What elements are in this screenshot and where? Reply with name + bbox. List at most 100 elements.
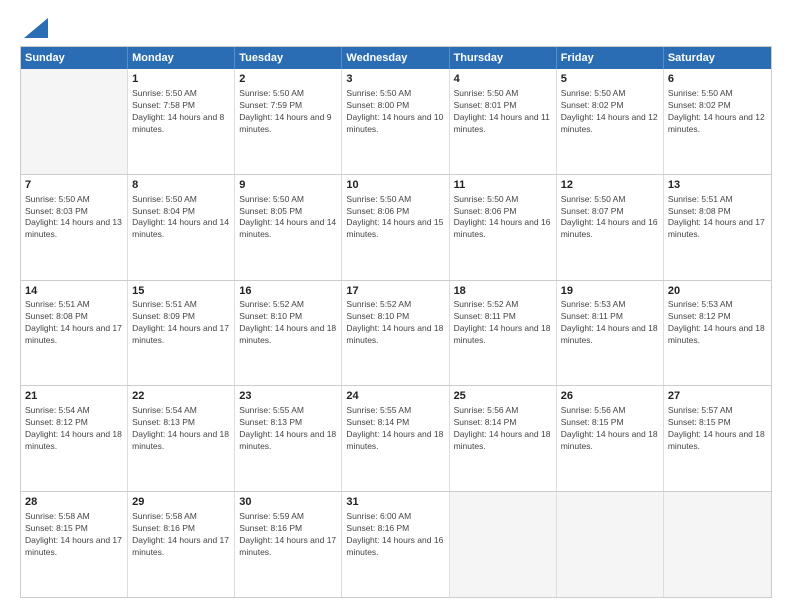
cell-sun-info: Sunrise: 5:50 AM Sunset: 8:04 PM Dayligh… [132,194,230,242]
cell-sun-info: Sunrise: 5:50 AM Sunset: 8:06 PM Dayligh… [346,194,444,242]
calendar-cell: 20Sunrise: 5:53 AM Sunset: 8:12 PM Dayli… [664,281,771,386]
cell-sun-info: Sunrise: 5:50 AM Sunset: 8:03 PM Dayligh… [25,194,123,242]
cell-date-number: 29 [132,495,230,510]
calendar-cell: 10Sunrise: 5:50 AM Sunset: 8:06 PM Dayli… [342,175,449,280]
calendar-cell: 8Sunrise: 5:50 AM Sunset: 8:04 PM Daylig… [128,175,235,280]
cell-date-number: 12 [561,178,659,193]
cell-sun-info: Sunrise: 5:51 AM Sunset: 8:08 PM Dayligh… [25,299,123,347]
cell-date-number: 13 [668,178,767,193]
calendar-row: 14Sunrise: 5:51 AM Sunset: 8:08 PM Dayli… [21,280,771,386]
calendar-cell [21,69,128,174]
cell-date-number: 16 [239,284,337,299]
calendar-cell [664,492,771,597]
cell-date-number: 10 [346,178,444,193]
cell-date-number: 19 [561,284,659,299]
logo-icon [24,18,48,38]
cell-date-number: 6 [668,72,767,87]
cell-sun-info: Sunrise: 5:51 AM Sunset: 8:08 PM Dayligh… [668,194,767,242]
cell-sun-info: Sunrise: 5:58 AM Sunset: 8:15 PM Dayligh… [25,511,123,559]
cell-sun-info: Sunrise: 5:50 AM Sunset: 8:02 PM Dayligh… [561,88,659,136]
cell-date-number: 27 [668,389,767,404]
cell-date-number: 26 [561,389,659,404]
calendar-cell: 3Sunrise: 5:50 AM Sunset: 8:00 PM Daylig… [342,69,449,174]
cell-date-number: 15 [132,284,230,299]
weekday-header: Saturday [664,47,771,69]
calendar-row: 1Sunrise: 5:50 AM Sunset: 7:58 PM Daylig… [21,69,771,174]
weekday-header: Monday [128,47,235,69]
weekday-header: Thursday [450,47,557,69]
page: SundayMondayTuesdayWednesdayThursdayFrid… [0,0,792,612]
calendar-cell: 19Sunrise: 5:53 AM Sunset: 8:11 PM Dayli… [557,281,664,386]
calendar-cell: 15Sunrise: 5:51 AM Sunset: 8:09 PM Dayli… [128,281,235,386]
calendar-cell: 28Sunrise: 5:58 AM Sunset: 8:15 PM Dayli… [21,492,128,597]
weekday-header: Sunday [21,47,128,69]
weekday-header: Tuesday [235,47,342,69]
cell-date-number: 24 [346,389,444,404]
cell-sun-info: Sunrise: 5:55 AM Sunset: 8:14 PM Dayligh… [346,405,444,453]
cell-sun-info: Sunrise: 5:58 AM Sunset: 8:16 PM Dayligh… [132,511,230,559]
cell-date-number: 2 [239,72,337,87]
cell-sun-info: Sunrise: 5:55 AM Sunset: 8:13 PM Dayligh… [239,405,337,453]
calendar-cell: 13Sunrise: 5:51 AM Sunset: 8:08 PM Dayli… [664,175,771,280]
cell-sun-info: Sunrise: 6:00 AM Sunset: 8:16 PM Dayligh… [346,511,444,559]
cell-date-number: 11 [454,178,552,193]
calendar-cell: 30Sunrise: 5:59 AM Sunset: 8:16 PM Dayli… [235,492,342,597]
cell-sun-info: Sunrise: 5:52 AM Sunset: 8:11 PM Dayligh… [454,299,552,347]
cell-date-number: 17 [346,284,444,299]
cell-date-number: 22 [132,389,230,404]
cell-sun-info: Sunrise: 5:59 AM Sunset: 8:16 PM Dayligh… [239,511,337,559]
cell-sun-info: Sunrise: 5:54 AM Sunset: 8:12 PM Dayligh… [25,405,123,453]
calendar-cell: 11Sunrise: 5:50 AM Sunset: 8:06 PM Dayli… [450,175,557,280]
cell-sun-info: Sunrise: 5:56 AM Sunset: 8:14 PM Dayligh… [454,405,552,453]
calendar-cell: 7Sunrise: 5:50 AM Sunset: 8:03 PM Daylig… [21,175,128,280]
calendar-cell: 17Sunrise: 5:52 AM Sunset: 8:10 PM Dayli… [342,281,449,386]
calendar-cell: 18Sunrise: 5:52 AM Sunset: 8:11 PM Dayli… [450,281,557,386]
cell-date-number: 4 [454,72,552,87]
cell-date-number: 14 [25,284,123,299]
cell-sun-info: Sunrise: 5:54 AM Sunset: 8:13 PM Dayligh… [132,405,230,453]
cell-sun-info: Sunrise: 5:51 AM Sunset: 8:09 PM Dayligh… [132,299,230,347]
calendar-body: 1Sunrise: 5:50 AM Sunset: 7:58 PM Daylig… [21,69,771,597]
cell-sun-info: Sunrise: 5:50 AM Sunset: 8:00 PM Dayligh… [346,88,444,136]
calendar-header: SundayMondayTuesdayWednesdayThursdayFrid… [21,47,771,69]
cell-date-number: 31 [346,495,444,510]
cell-date-number: 25 [454,389,552,404]
calendar-cell: 22Sunrise: 5:54 AM Sunset: 8:13 PM Dayli… [128,386,235,491]
cell-sun-info: Sunrise: 5:52 AM Sunset: 8:10 PM Dayligh… [346,299,444,347]
logo [20,18,48,38]
calendar-cell: 31Sunrise: 6:00 AM Sunset: 8:16 PM Dayli… [342,492,449,597]
cell-date-number: 1 [132,72,230,87]
cell-date-number: 9 [239,178,337,193]
calendar-cell: 4Sunrise: 5:50 AM Sunset: 8:01 PM Daylig… [450,69,557,174]
cell-date-number: 5 [561,72,659,87]
calendar-cell: 14Sunrise: 5:51 AM Sunset: 8:08 PM Dayli… [21,281,128,386]
calendar-cell [450,492,557,597]
cell-date-number: 20 [668,284,767,299]
calendar-row: 28Sunrise: 5:58 AM Sunset: 8:15 PM Dayli… [21,491,771,597]
calendar-cell: 6Sunrise: 5:50 AM Sunset: 8:02 PM Daylig… [664,69,771,174]
cell-date-number: 7 [25,178,123,193]
calendar-cell: 23Sunrise: 5:55 AM Sunset: 8:13 PM Dayli… [235,386,342,491]
cell-sun-info: Sunrise: 5:50 AM Sunset: 8:01 PM Dayligh… [454,88,552,136]
calendar-cell: 26Sunrise: 5:56 AM Sunset: 8:15 PM Dayli… [557,386,664,491]
cell-date-number: 28 [25,495,123,510]
calendar-cell: 16Sunrise: 5:52 AM Sunset: 8:10 PM Dayli… [235,281,342,386]
calendar-cell: 1Sunrise: 5:50 AM Sunset: 7:58 PM Daylig… [128,69,235,174]
calendar-row: 7Sunrise: 5:50 AM Sunset: 8:03 PM Daylig… [21,174,771,280]
cell-sun-info: Sunrise: 5:50 AM Sunset: 8:05 PM Dayligh… [239,194,337,242]
calendar-cell: 9Sunrise: 5:50 AM Sunset: 8:05 PM Daylig… [235,175,342,280]
calendar-cell: 27Sunrise: 5:57 AM Sunset: 8:15 PM Dayli… [664,386,771,491]
cell-sun-info: Sunrise: 5:56 AM Sunset: 8:15 PM Dayligh… [561,405,659,453]
cell-date-number: 8 [132,178,230,193]
cell-sun-info: Sunrise: 5:52 AM Sunset: 8:10 PM Dayligh… [239,299,337,347]
cell-sun-info: Sunrise: 5:50 AM Sunset: 8:06 PM Dayligh… [454,194,552,242]
calendar-cell: 21Sunrise: 5:54 AM Sunset: 8:12 PM Dayli… [21,386,128,491]
header [20,18,772,38]
cell-date-number: 30 [239,495,337,510]
calendar-cell: 5Sunrise: 5:50 AM Sunset: 8:02 PM Daylig… [557,69,664,174]
cell-sun-info: Sunrise: 5:57 AM Sunset: 8:15 PM Dayligh… [668,405,767,453]
cell-date-number: 3 [346,72,444,87]
cell-sun-info: Sunrise: 5:50 AM Sunset: 7:59 PM Dayligh… [239,88,337,136]
cell-sun-info: Sunrise: 5:50 AM Sunset: 8:07 PM Dayligh… [561,194,659,242]
calendar-cell: 12Sunrise: 5:50 AM Sunset: 8:07 PM Dayli… [557,175,664,280]
